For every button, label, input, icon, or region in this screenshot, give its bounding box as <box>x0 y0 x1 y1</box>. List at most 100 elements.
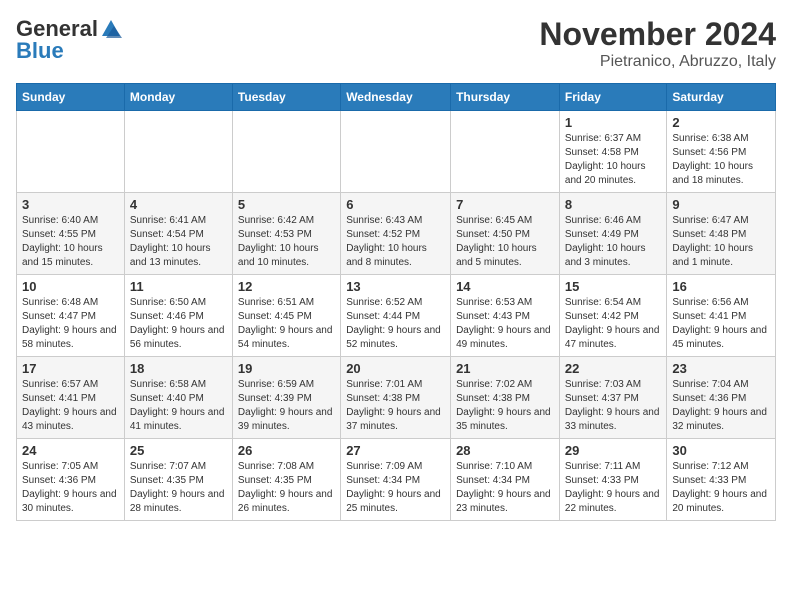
day-number: 8 <box>565 197 661 212</box>
logo-blue-text: Blue <box>16 38 64 64</box>
day-number: 19 <box>238 361 335 376</box>
calendar-table: SundayMondayTuesdayWednesdayThursdayFrid… <box>16 83 776 521</box>
day-cell: 29 Sunrise: 7:11 AMSunset: 4:33 PMDayligh… <box>559 439 666 521</box>
day-number: 18 <box>130 361 227 376</box>
day-info: Sunrise: 7:09 AMSunset: 4:34 PMDaylight:… <box>346 460 445 516</box>
day-info: Sunrise: 7:02 AMSunset: 4:38 PMDaylight:… <box>456 378 554 434</box>
day-number: 1 <box>565 115 661 130</box>
day-cell: 19 Sunrise: 6:59 AMSunset: 4:39 PMDayligh… <box>232 357 340 439</box>
day-number: 22 <box>565 361 661 376</box>
day-cell: 10 Sunrise: 6:48 AMSunset: 4:47 PMDayligh… <box>17 275 125 357</box>
day-info: Sunrise: 6:51 AMSunset: 4:45 PMDaylight:… <box>238 296 335 352</box>
day-cell: 5 Sunrise: 6:42 AMSunset: 4:53 PMDaylight… <box>232 193 340 275</box>
page-header: General Blue November 2024 Pietranico, A… <box>16 16 776 71</box>
day-info: Sunrise: 7:11 AMSunset: 4:33 PMDaylight:… <box>565 460 661 516</box>
header-day-thursday: Thursday <box>451 84 560 111</box>
day-number: 21 <box>456 361 554 376</box>
day-cell: 21 Sunrise: 7:02 AMSunset: 4:38 PMDayligh… <box>451 357 560 439</box>
day-number: 5 <box>238 197 335 212</box>
header-day-sunday: Sunday <box>17 84 125 111</box>
day-info: Sunrise: 6:43 AMSunset: 4:52 PMDaylight:… <box>346 214 445 270</box>
day-number: 20 <box>346 361 445 376</box>
day-cell: 8Sunrise: 6:46 AMSunset: 4:49 PMDaylight… <box>559 193 666 275</box>
day-cell: 6 Sunrise: 6:43 AMSunset: 4:52 PMDaylight… <box>341 193 451 275</box>
day-number: 11 <box>130 279 227 294</box>
week-row-1: 1Sunrise: 6:37 AMSunset: 4:58 PMDaylight… <box>17 111 776 193</box>
day-cell: 14 Sunrise: 6:53 AMSunset: 4:43 PMDayligh… <box>451 275 560 357</box>
day-cell: 3 Sunrise: 6:40 AMSunset: 4:55 PMDaylight… <box>17 193 125 275</box>
day-info: Sunrise: 7:05 AMSunset: 4:36 PMDaylight:… <box>22 460 119 516</box>
day-info: Sunrise: 6:57 AMSunset: 4:41 PMDaylight:… <box>22 378 119 434</box>
day-info: Sunrise: 6:53 AMSunset: 4:43 PMDaylight:… <box>456 296 554 352</box>
day-cell: 23 Sunrise: 7:04 AMSunset: 4:36 PMDayligh… <box>667 357 776 439</box>
day-cell: 9 Sunrise: 6:47 AMSunset: 4:48 PMDaylight… <box>667 193 776 275</box>
day-cell: 15Sunrise: 6:54 AMSunset: 4:42 PMDayligh… <box>559 275 666 357</box>
day-number: 27 <box>346 443 445 458</box>
day-info: Sunrise: 6:59 AMSunset: 4:39 PMDaylight:… <box>238 378 335 434</box>
day-info: Sunrise: 6:52 AMSunset: 4:44 PMDaylight:… <box>346 296 445 352</box>
header-row: SundayMondayTuesdayWednesdayThursdayFrid… <box>17 84 776 111</box>
day-number: 2 <box>672 115 770 130</box>
day-cell: 11 Sunrise: 6:50 AMSunset: 4:46 PMDayligh… <box>124 275 232 357</box>
day-cell: 7 Sunrise: 6:45 AMSunset: 4:50 PMDaylight… <box>451 193 560 275</box>
day-info: Sunrise: 6:45 AMSunset: 4:50 PMDaylight:… <box>456 214 554 270</box>
day-info: Sunrise: 6:38 AMSunset: 4:56 PMDaylight:… <box>672 132 770 188</box>
day-cell: 4Sunrise: 6:41 AMSunset: 4:54 PMDaylight… <box>124 193 232 275</box>
day-number: 13 <box>346 279 445 294</box>
day-cell: 17 Sunrise: 6:57 AMSunset: 4:41 PMDayligh… <box>17 357 125 439</box>
logo-icon <box>100 18 122 40</box>
day-cell: 13 Sunrise: 6:52 AMSunset: 4:44 PMDayligh… <box>341 275 451 357</box>
day-cell: 16 Sunrise: 6:56 AMSunset: 4:41 PMDayligh… <box>667 275 776 357</box>
day-cell <box>232 111 340 193</box>
day-cell <box>451 111 560 193</box>
day-info: Sunrise: 6:42 AMSunset: 4:53 PMDaylight:… <box>238 214 335 270</box>
day-cell: 26Sunrise: 7:08 AMSunset: 4:35 PMDayligh… <box>232 439 340 521</box>
day-number: 7 <box>456 197 554 212</box>
day-number: 14 <box>456 279 554 294</box>
day-number: 6 <box>346 197 445 212</box>
day-info: Sunrise: 6:58 AMSunset: 4:40 PMDaylight:… <box>130 378 227 434</box>
day-cell: 18 Sunrise: 6:58 AMSunset: 4:40 PMDayligh… <box>124 357 232 439</box>
week-row-2: 3 Sunrise: 6:40 AMSunset: 4:55 PMDaylight… <box>17 193 776 275</box>
day-cell <box>341 111 451 193</box>
day-number: 15 <box>565 279 661 294</box>
week-row-3: 10 Sunrise: 6:48 AMSunset: 4:47 PMDayligh… <box>17 275 776 357</box>
day-info: Sunrise: 7:08 AMSunset: 4:35 PMDaylight:… <box>238 460 335 516</box>
week-row-5: 24Sunrise: 7:05 AMSunset: 4:36 PMDayligh… <box>17 439 776 521</box>
calendar-body: 1Sunrise: 6:37 AMSunset: 4:58 PMDaylight… <box>17 111 776 521</box>
header-day-friday: Friday <box>559 84 666 111</box>
day-info: Sunrise: 6:50 AMSunset: 4:46 PMDaylight:… <box>130 296 227 352</box>
day-info: Sunrise: 6:40 AMSunset: 4:55 PMDaylight:… <box>22 214 119 270</box>
day-number: 23 <box>672 361 770 376</box>
day-cell: 24Sunrise: 7:05 AMSunset: 4:36 PMDayligh… <box>17 439 125 521</box>
day-number: 25 <box>130 443 227 458</box>
day-info: Sunrise: 7:04 AMSunset: 4:36 PMDaylight:… <box>672 378 770 434</box>
day-number: 30 <box>672 443 770 458</box>
day-number: 16 <box>672 279 770 294</box>
day-number: 4 <box>130 197 227 212</box>
day-number: 3 <box>22 197 119 212</box>
day-info: Sunrise: 7:10 AMSunset: 4:34 PMDaylight:… <box>456 460 554 516</box>
day-cell: 20 Sunrise: 7:01 AMSunset: 4:38 PMDayligh… <box>341 357 451 439</box>
day-info: Sunrise: 7:03 AMSunset: 4:37 PMDaylight:… <box>565 378 661 434</box>
day-number: 10 <box>22 279 119 294</box>
day-info: Sunrise: 6:48 AMSunset: 4:47 PMDaylight:… <box>22 296 119 352</box>
day-info: Sunrise: 7:01 AMSunset: 4:38 PMDaylight:… <box>346 378 445 434</box>
header-day-wednesday: Wednesday <box>341 84 451 111</box>
day-cell <box>124 111 232 193</box>
day-info: Sunrise: 6:47 AMSunset: 4:48 PMDaylight:… <box>672 214 770 270</box>
week-row-4: 17 Sunrise: 6:57 AMSunset: 4:41 PMDayligh… <box>17 357 776 439</box>
day-cell: 25 Sunrise: 7:07 AMSunset: 4:35 PMDayligh… <box>124 439 232 521</box>
day-number: 9 <box>672 197 770 212</box>
day-cell: 28Sunrise: 7:10 AMSunset: 4:34 PMDayligh… <box>451 439 560 521</box>
day-cell: 2 Sunrise: 6:38 AMSunset: 4:56 PMDaylight… <box>667 111 776 193</box>
month-title: November 2024 <box>539 16 776 53</box>
day-number: 17 <box>22 361 119 376</box>
calendar-header: SundayMondayTuesdayWednesdayThursdayFrid… <box>17 84 776 111</box>
day-number: 29 <box>565 443 661 458</box>
header-day-tuesday: Tuesday <box>232 84 340 111</box>
logo: General Blue <box>16 16 122 64</box>
day-info: Sunrise: 6:56 AMSunset: 4:41 PMDaylight:… <box>672 296 770 352</box>
day-info: Sunrise: 7:12 AMSunset: 4:33 PMDaylight:… <box>672 460 770 516</box>
day-info: Sunrise: 7:07 AMSunset: 4:35 PMDaylight:… <box>130 460 227 516</box>
